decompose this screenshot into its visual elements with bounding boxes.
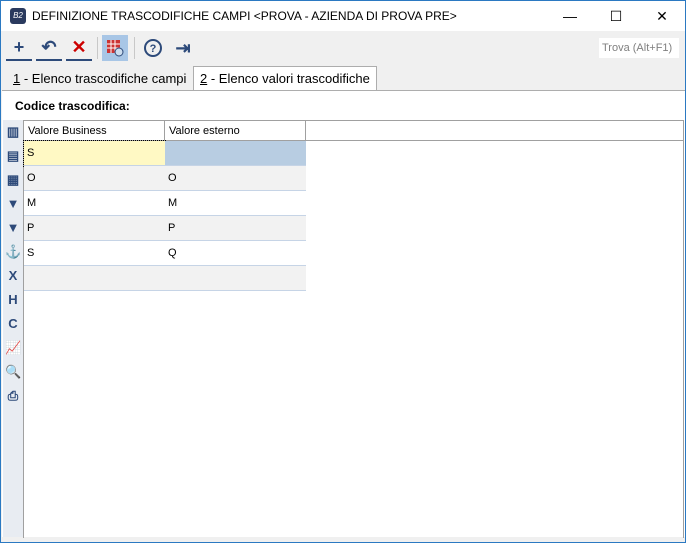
grid-search-icon[interactable] [102,35,128,61]
grid-cell[interactable] [165,266,306,291]
export-csv-icon[interactable]: C [5,316,21,332]
export-excel-icon[interactable]: X [5,268,21,284]
exit-icon[interactable]: ⇥ [170,35,196,61]
side-toolbar: ▥ ▤ ▦ ▼ ▼ ⚓ X H C 📈 🔍 ⎙ [3,120,23,537]
separator [97,37,98,59]
grid-cell[interactable]: S [23,140,166,167]
grid-cell[interactable] [24,266,165,291]
tab-content: Codice trascodifica: ▥ ▤ ▦ ▼ ▼ ⚓ X H C 📈… [2,90,685,538]
grid-cell[interactable]: Q [165,241,306,266]
app-icon: B2 [10,8,26,24]
codice-trascodifica-label: Codice trascodifica: [15,99,130,113]
window: B2 DEFINIZIONE TRASCODIFICHE CAMPI <PROV… [0,0,686,543]
help-icon[interactable]: ? [140,35,166,61]
chart-icon[interactable]: 📈 [5,340,21,356]
filter-icon[interactable]: ▼ [5,196,21,212]
column-header-empty [306,121,684,141]
grid-cell[interactable]: O [165,166,306,191]
grid-cell[interactable]: P [165,216,306,241]
minimize-button[interactable]: — [547,1,593,31]
grid-cell[interactable]: S [24,241,165,266]
separator [134,37,135,59]
grid-cell[interactable] [165,141,306,166]
anchor-icon[interactable]: ⚓ [5,244,21,260]
filter-remove-icon[interactable]: ▼ [5,220,21,236]
svg-text:?: ? [150,43,157,55]
tab-elenco-valori-trascodifiche[interactable]: 2 - Elenco valori trascodifiche [193,66,377,91]
close-button[interactable]: ✕ [639,1,685,31]
column-header-valore-esterno[interactable]: Valore esterno [165,121,306,141]
title-bar: B2 DEFINIZIONE TRASCODIFICHE CAMPI <PROV… [1,1,685,31]
add-icon[interactable]: + [6,35,32,61]
undo-icon[interactable]: ↶ [36,35,62,61]
grid-cell[interactable]: M [165,191,306,216]
grid-cell[interactable]: O [24,166,165,191]
column-header-valore-business[interactable]: Valore Business [24,121,165,141]
delete-icon[interactable]: ✕ [66,35,92,61]
list-view-icon[interactable]: ▤ [5,148,21,164]
tab-label: - Elenco trascodifiche campi [20,71,187,86]
window-title: DEFINIZIONE TRASCODIFICHE CAMPI <PROVA -… [32,9,457,23]
preview-icon[interactable]: 🔍 [5,364,21,380]
tab-label: - Elenco valori trascodifiche [207,71,370,86]
grid-cell[interactable]: P [24,216,165,241]
export-html-icon[interactable]: H [5,292,21,308]
data-grid: Valore Business Valore esterno SOOMMPPSQ [23,120,684,538]
tab-elenco-trascodifiche-campi[interactable]: 1 - Elenco trascodifiche campi [7,69,192,91]
maximize-button[interactable]: ☐ [593,1,639,31]
form-view-icon[interactable]: ▥ [5,124,21,140]
grid-cell[interactable]: M [24,191,165,216]
search-input[interactable]: Trova (Alt+F1) [599,38,679,58]
toolbar: + ↶ ✕ ? ⇥ Trova (Alt+F1) [1,32,685,63]
print-icon[interactable]: ⎙ [5,388,21,404]
table-view-icon[interactable]: ▦ [5,172,21,188]
